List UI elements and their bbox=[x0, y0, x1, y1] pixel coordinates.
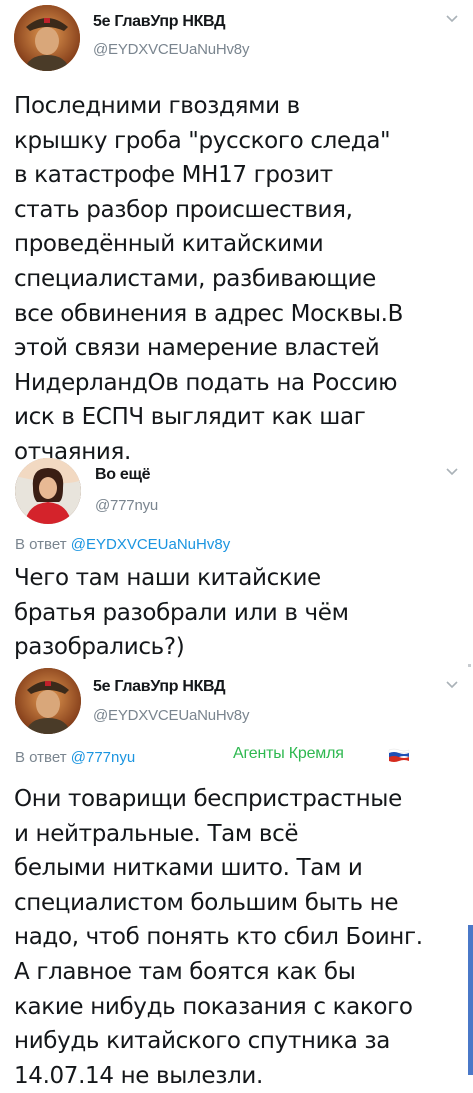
reply-mention-link[interactable]: @777nyu bbox=[71, 749, 135, 766]
display-name[interactable]: 5е ГлавУпр НКВД bbox=[93, 678, 226, 696]
tweet-2[interactable]: Во ещё @777nyu В ответ @EYDXVCEUaNuHv8y … bbox=[0, 455, 473, 665]
user-handle[interactable]: @EYDXVCEUaNuHv8y bbox=[93, 41, 249, 58]
user-handle[interactable]: @777nyu bbox=[95, 497, 158, 514]
scroll-indicator-dot bbox=[468, 664, 471, 667]
chevron-down-icon[interactable] bbox=[445, 467, 459, 477]
user-handle[interactable]: @EYDXVCEUaNuHv8y bbox=[93, 707, 249, 724]
reply-mention-link[interactable]: @EYDXVCEUaNuHv8y bbox=[71, 536, 230, 553]
reply-prefix: В ответ bbox=[15, 536, 67, 553]
scrollbar-thumb[interactable] bbox=[468, 925, 473, 1075]
user-avatar[interactable] bbox=[15, 458, 81, 524]
user-avatar[interactable] bbox=[15, 668, 81, 734]
reply-context: В ответ @EYDXVCEUaNuHv8y bbox=[15, 536, 230, 553]
chevron-down-icon[interactable] bbox=[445, 680, 459, 690]
reply-prefix: В ответ bbox=[15, 749, 67, 766]
tweet-text: Они товарищи беспристрастные и нейтральн… bbox=[14, 786, 423, 1089]
soldier-avatar-icon bbox=[15, 668, 81, 734]
tweet-text: Чего там наши китайские братья разобрали… bbox=[14, 565, 349, 661]
woman-avatar-icon bbox=[15, 458, 81, 524]
display-name[interactable]: 5е ГлавУпр НКВД bbox=[93, 13, 226, 31]
russian-flag-icon bbox=[388, 748, 410, 762]
tweet-text: Последними гвоздями в крышку гроба "русс… bbox=[14, 93, 404, 465]
chevron-down-icon[interactable] bbox=[445, 14, 459, 24]
tweet-1[interactable]: 5е ГлавУпр НКВД @EYDXVCEUaNuHv8y Последн… bbox=[0, 0, 473, 465]
tweet-3[interactable]: 5е ГлавУпр НКВД @EYDXVCEUaNuHv8y В ответ… bbox=[0, 668, 473, 1089]
profile-tag: Агенты Кремля bbox=[233, 745, 344, 762]
reply-context: В ответ @777nyu bbox=[15, 749, 135, 766]
user-avatar[interactable] bbox=[14, 5, 80, 71]
soldier-avatar-icon bbox=[14, 5, 80, 71]
display-name[interactable]: Во ещё bbox=[95, 466, 151, 484]
